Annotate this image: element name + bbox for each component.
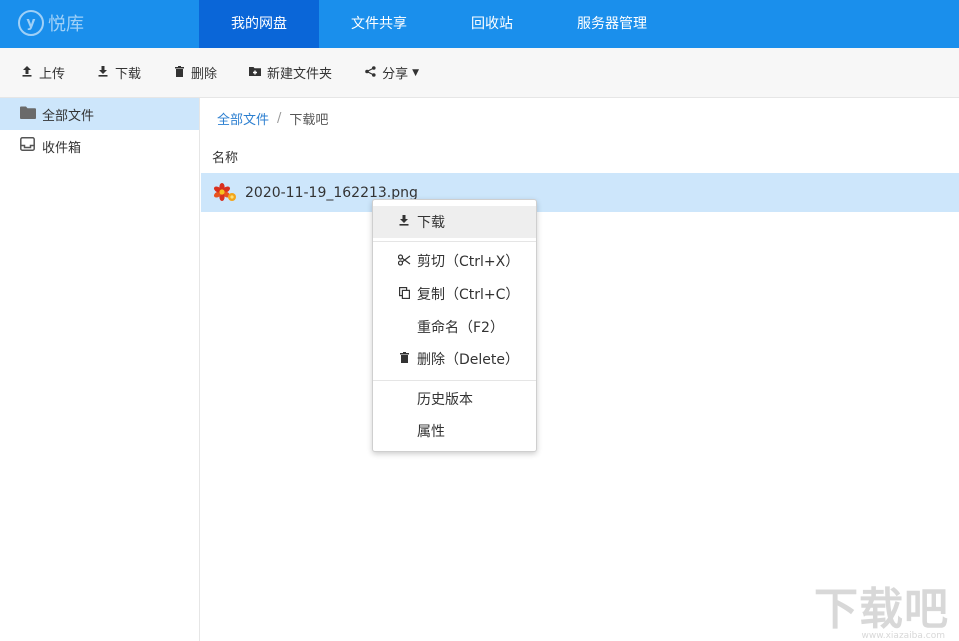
copy-icon — [395, 286, 413, 302]
nav-server-management[interactable]: 服务器管理 — [545, 0, 679, 48]
context-menu-label: 属性 — [417, 424, 445, 440]
delete-label: 删除 — [191, 67, 218, 82]
context-menu-label: 历史版本 — [417, 392, 473, 408]
menu-divider — [373, 241, 536, 242]
download-button[interactable]: 下载 — [88, 58, 150, 88]
sidebar-item-label: 全部文件 — [42, 108, 95, 124]
new-folder-icon — [249, 66, 262, 79]
share-icon — [364, 65, 376, 80]
trash-icon — [395, 352, 413, 366]
chevron-down-icon: ▼ — [412, 67, 419, 78]
toolbar: 上传 下载 删除 新建文件夹 分享 ▼ — [0, 48, 959, 98]
inbox-icon — [20, 137, 38, 155]
scissors-icon — [395, 253, 413, 269]
delete-button[interactable]: 删除 — [164, 58, 226, 88]
top-bar: y 悦库 我的网盘 文件共享 回收站 服务器管理 — [0, 0, 959, 48]
context-menu-label: 剪切（Ctrl+X） — [417, 254, 520, 270]
new-folder-label: 新建文件夹 — [267, 67, 333, 82]
menu-divider — [373, 380, 536, 381]
image-file-icon — [213, 182, 237, 204]
download-icon — [395, 215, 413, 229]
sidebar-item-inbox[interactable]: 收件箱 — [0, 130, 199, 162]
context-menu-copy[interactable]: 复制（Ctrl+C） — [373, 278, 536, 310]
upload-button[interactable]: 上传 — [12, 58, 74, 88]
nav-file-share[interactable]: 文件共享 — [319, 0, 439, 48]
sidebar-item-label: 收件箱 — [42, 140, 82, 156]
share-label: 分享 — [382, 67, 409, 82]
logo-mark-icon: y — [18, 10, 44, 36]
context-menu-properties[interactable]: 属性 — [373, 415, 536, 447]
main-nav: 我的网盘 文件共享 回收站 服务器管理 — [199, 0, 679, 48]
breadcrumb: 全部文件 / 下载吧 — [217, 109, 328, 128]
context-menu-cut[interactable]: 剪切（Ctrl+X） — [373, 245, 536, 277]
context-menu-delete[interactable]: 删除（Delete） — [373, 343, 536, 375]
breadcrumb-current: 下载吧 — [289, 113, 329, 128]
context-menu-history[interactable]: 历史版本 — [373, 383, 536, 415]
new-folder-button[interactable]: 新建文件夹 — [240, 58, 341, 88]
nav-recycle-bin[interactable]: 回收站 — [439, 0, 545, 48]
upload-icon — [21, 65, 33, 80]
breadcrumb-root-link[interactable]: 全部文件 — [217, 109, 269, 128]
download-label: 下载 — [115, 67, 142, 82]
download-icon — [97, 65, 109, 80]
column-header-name[interactable]: 名称 — [212, 147, 238, 166]
file-row[interactable]: 2020-11-19_162213.png — [201, 173, 959, 212]
watermark-url: www.xiazaiba.com — [861, 631, 945, 641]
breadcrumb-separator: / — [277, 111, 282, 126]
context-menu-label: 重命名（F2） — [417, 320, 504, 336]
sidebar-item-all-files[interactable]: 全部文件 — [0, 98, 199, 130]
nav-my-drive[interactable]: 我的网盘 — [199, 0, 319, 48]
context-menu-label: 下载 — [417, 215, 445, 231]
watermark: 下载吧 — [814, 584, 949, 635]
context-menu-rename[interactable]: 重命名（F2） — [373, 311, 536, 343]
context-menu-download[interactable]: 下载 — [373, 206, 536, 238]
sidebar: 全部文件 收件箱 — [0, 98, 200, 641]
upload-label: 上传 — [39, 67, 66, 82]
context-menu-label: 复制（Ctrl+C） — [417, 287, 520, 303]
context-menu: 下载 剪切（Ctrl+X） 复制（Ctrl+C） 重命名（F2） 删除（Dele… — [372, 199, 537, 452]
share-button[interactable]: 分享 ▼ — [355, 58, 428, 88]
file-browser: 全部文件 / 下载吧 名称 2020-11-19_162213.png — [201, 98, 959, 641]
logo-text: 悦库 — [48, 14, 84, 35]
folder-icon — [20, 106, 38, 123]
context-menu-label: 删除（Delete） — [417, 352, 519, 368]
trash-icon — [173, 65, 185, 80]
app-logo[interactable]: y 悦库 — [18, 9, 84, 37]
